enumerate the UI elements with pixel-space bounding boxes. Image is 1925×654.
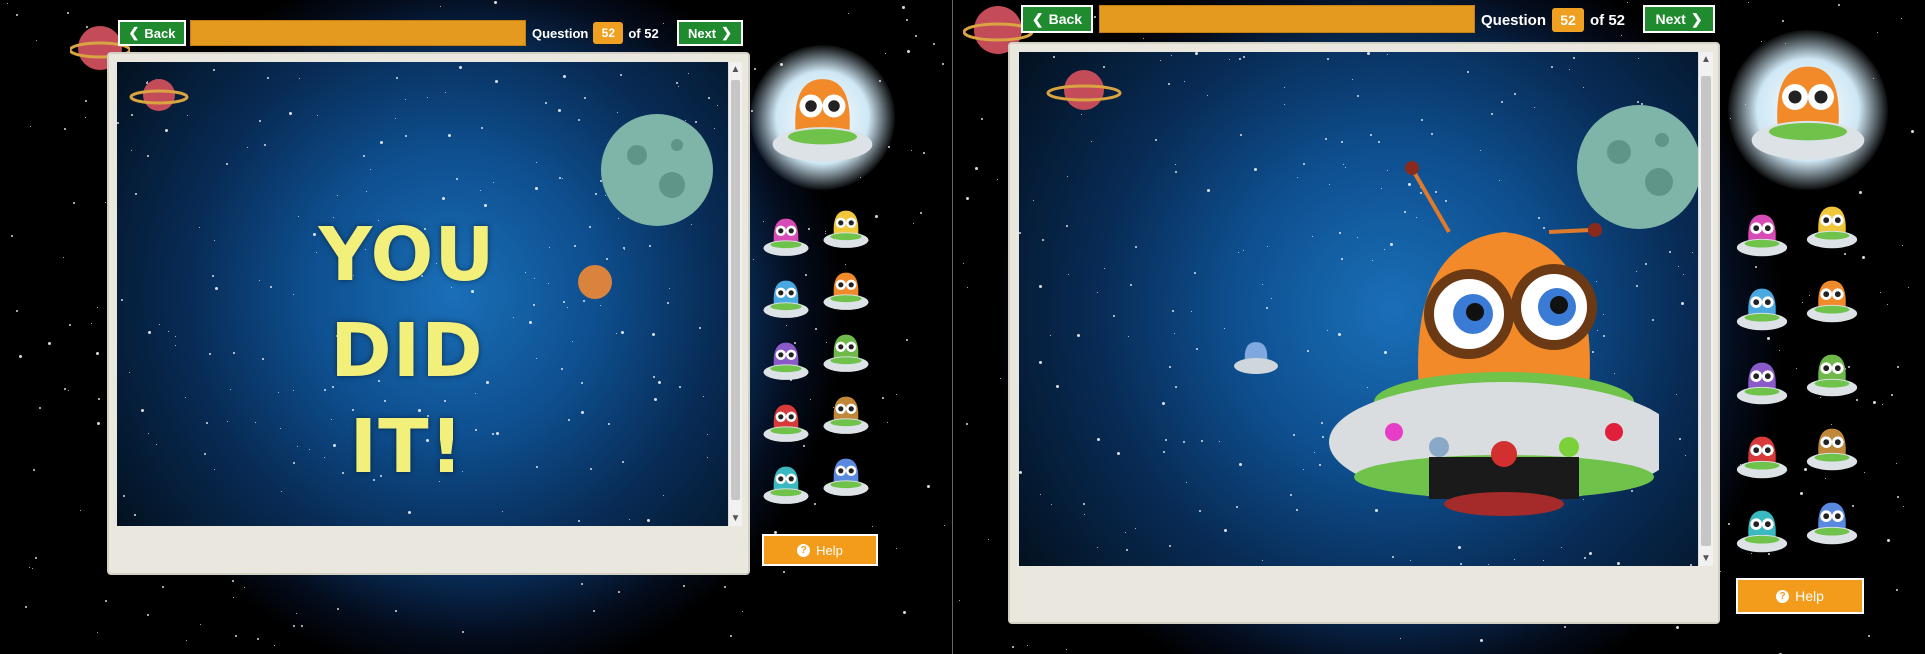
question-circle-icon: ? xyxy=(797,543,811,557)
moon-icon xyxy=(601,114,713,226)
alien-avatar-icon xyxy=(823,396,869,434)
alien-avatar-icon xyxy=(763,404,809,442)
question-counter: Question 52 of 52 xyxy=(1481,8,1625,32)
planet-icon xyxy=(1046,70,1122,110)
next-label: Next xyxy=(1655,11,1686,27)
question-total: of 52 xyxy=(1590,11,1626,29)
alien-avatar-icon xyxy=(1736,214,1788,257)
alien-ufo-illustration xyxy=(1329,161,1659,516)
question-number: 52 xyxy=(593,22,624,44)
alien-avatar-icon xyxy=(823,210,869,248)
success-heading: YOU DID IT! xyxy=(237,207,577,495)
question-word: Question xyxy=(1481,11,1547,29)
help-button[interactable]: ? Help xyxy=(1736,578,1864,614)
alien-avatar-icon xyxy=(1806,502,1858,545)
back-button[interactable]: ❮ Back xyxy=(118,20,186,46)
alien-avatar-icon xyxy=(1806,428,1858,471)
scroll-up-icon[interactable]: ▲ xyxy=(1699,54,1713,65)
small-ufo-icon xyxy=(1234,342,1278,374)
alien-avatar-icon xyxy=(1806,354,1858,397)
small-planet-icon xyxy=(578,265,612,299)
alien-avatar-icon xyxy=(763,342,809,380)
alien-avatar-icon xyxy=(772,79,873,162)
content-viewport xyxy=(1019,52,1698,566)
chevron-right-icon: ❯ xyxy=(1690,10,1703,27)
alien-avatar-icon xyxy=(1806,280,1858,323)
progress-bar xyxy=(190,20,526,46)
planet-icon xyxy=(129,79,189,111)
alien-avatar-icon xyxy=(823,272,869,310)
help-label: Help xyxy=(1795,588,1824,604)
right-panel: ❮ Back Question 52 of 52 Next ❯ ▲ ▼ ? He… xyxy=(953,0,1925,654)
back-label: Back xyxy=(1048,11,1083,27)
alien-avatar-icon xyxy=(763,218,809,256)
scroll-thumb[interactable] xyxy=(731,80,740,500)
alien-avatar-icon xyxy=(763,466,809,504)
question-word: Question xyxy=(532,25,589,41)
next-button[interactable]: Next ❯ xyxy=(677,20,743,46)
scroll-thumb[interactable] xyxy=(1701,76,1711,546)
left-panel: ❮ Back Question 52 of 52 Next ❯ YOU DID … xyxy=(0,0,952,654)
question-circle-icon: ? xyxy=(1776,589,1790,603)
alien-gallery xyxy=(750,45,905,530)
next-button[interactable]: Next ❯ xyxy=(1643,5,1715,33)
scroll-down-icon[interactable]: ▼ xyxy=(1699,553,1713,564)
question-number: 52 xyxy=(1552,8,1585,32)
chevron-left-icon: ❮ xyxy=(1031,10,1044,27)
chevron-left-icon: ❮ xyxy=(128,25,140,40)
scroll-down-icon[interactable]: ▼ xyxy=(729,513,742,524)
question-counter: Question 52 of 52 xyxy=(532,22,659,44)
alien-avatar-icon xyxy=(823,334,869,372)
scroll-up-icon[interactable]: ▲ xyxy=(729,64,742,75)
scrollbar[interactable]: ▲ ▼ xyxy=(728,62,742,526)
alien-avatar-icon xyxy=(1736,362,1788,405)
chevron-right-icon: ❯ xyxy=(721,25,733,40)
alien-avatar-icon xyxy=(1736,288,1788,331)
question-total: of 52 xyxy=(628,25,659,41)
content-viewport: YOU DID IT! xyxy=(117,62,728,526)
back-label: Back xyxy=(144,25,176,41)
alien-avatar-icon xyxy=(1751,66,1865,160)
next-label: Next xyxy=(687,25,717,41)
alien-avatar-icon xyxy=(823,458,869,496)
success-line-1: YOU DID xyxy=(318,212,496,394)
alien-avatar-icon xyxy=(1736,436,1788,479)
alien-avatar-icon xyxy=(1736,510,1788,553)
help-button[interactable]: ? Help xyxy=(762,534,878,566)
scrollbar[interactable]: ▲ ▼ xyxy=(1698,52,1713,566)
help-label: Help xyxy=(816,542,843,558)
success-line-2: IT! xyxy=(349,404,465,490)
alien-avatar-icon xyxy=(1806,206,1858,249)
alien-gallery xyxy=(1723,30,1903,565)
back-button[interactable]: ❮ Back xyxy=(1021,5,1093,33)
alien-avatar-icon xyxy=(763,280,809,318)
progress-bar xyxy=(1099,5,1475,33)
